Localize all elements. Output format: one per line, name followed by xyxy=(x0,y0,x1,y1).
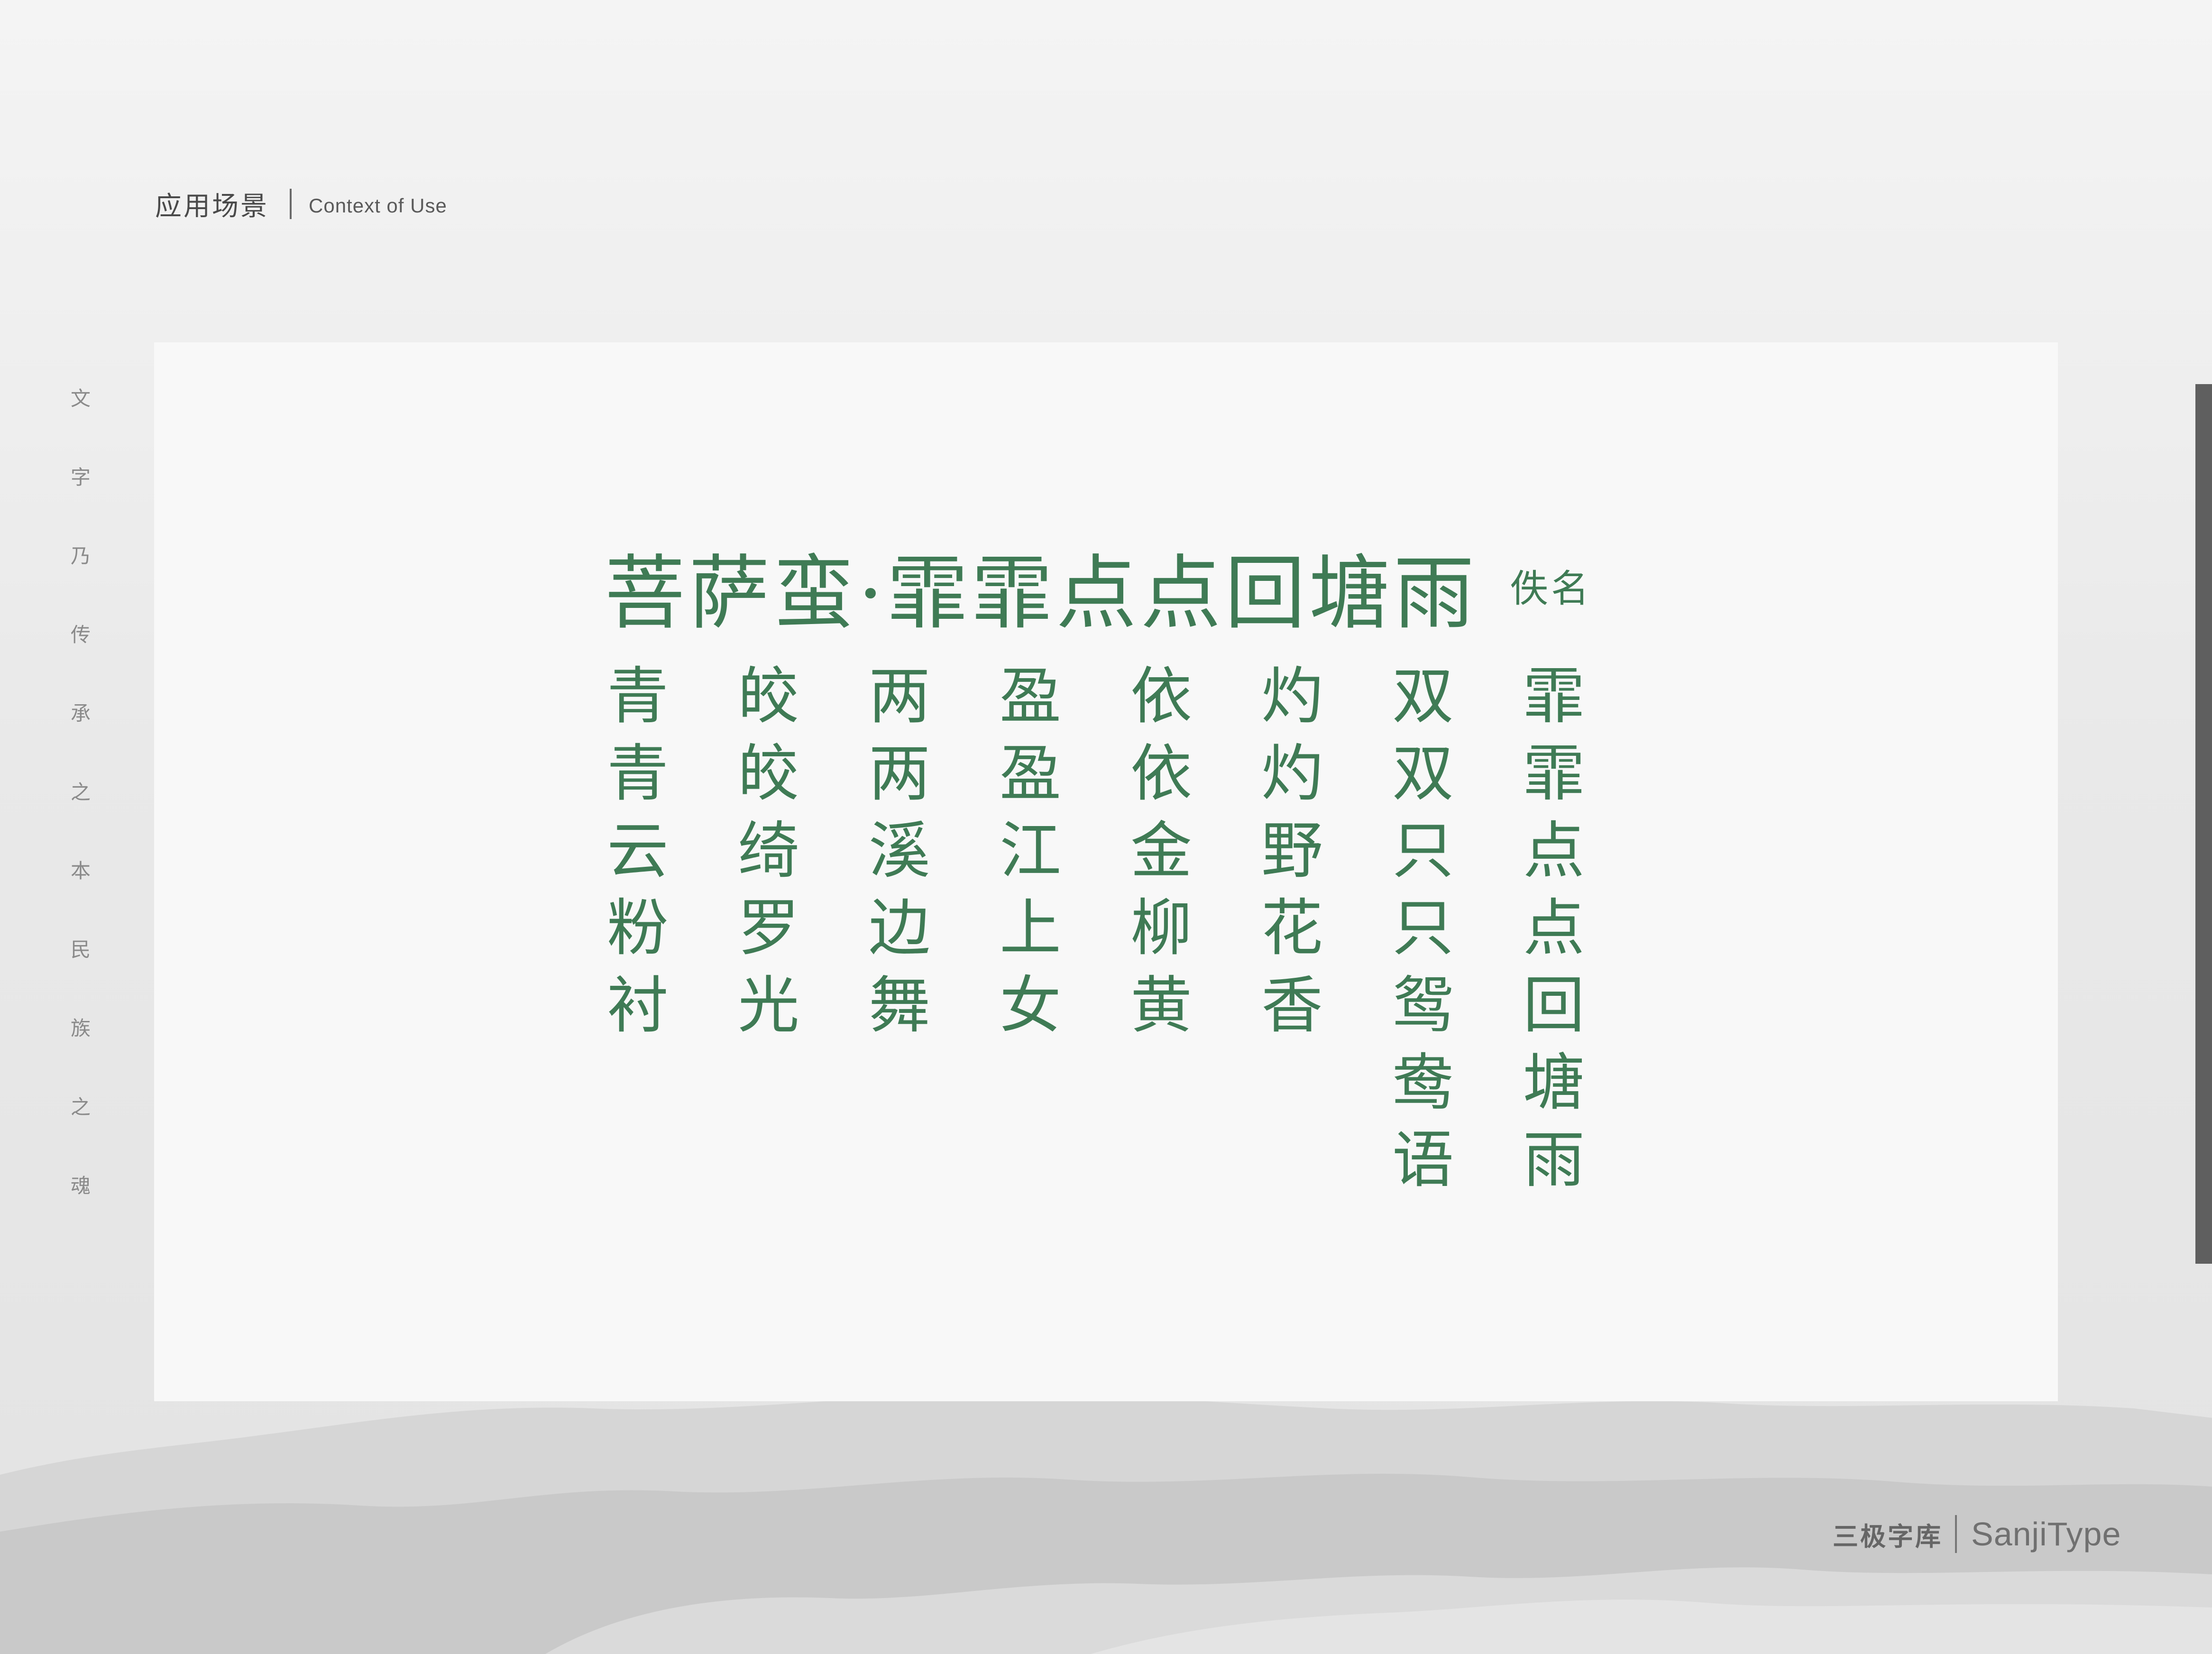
poem-column: 皎 皎 绮 罗 光 xyxy=(735,658,866,1199)
poem-char: 盈 xyxy=(999,660,1061,732)
poem-char: 香 xyxy=(1261,969,1323,1041)
motto-char: 魂 xyxy=(70,1174,91,1197)
poem-column: 灼 灼 野 花 香 xyxy=(1259,658,1390,1199)
poem-char: 上 xyxy=(999,892,1061,964)
brand-name-en: SanjiType xyxy=(1971,1516,2121,1553)
poem-column: 两 两 溪 边 舞 xyxy=(866,658,997,1199)
poem-column: 霏 霏 点 点 回 塘 雨 xyxy=(1521,658,1652,1199)
poem-char: 两 xyxy=(868,737,930,809)
motto-char: 民 xyxy=(70,938,91,961)
poem-char: 两 xyxy=(868,660,930,732)
poem-char: 女 xyxy=(999,969,1061,1041)
motto-char: 本 xyxy=(70,859,91,882)
poem-char: 衬 xyxy=(606,969,669,1041)
brand-name-cn: 三极字库 xyxy=(1833,1521,1943,1552)
poem-char: 青 xyxy=(606,737,669,809)
poem-char: 金 xyxy=(1130,815,1192,887)
section-header: 应用场景 Context of Use xyxy=(155,183,447,225)
motto-char: 乃 xyxy=(70,544,91,568)
poem-columns: 青 青 云 粉 衬 皎 皎 绮 罗 光 两 两 溪 边 舞 盈 盈 江 上 女 xyxy=(605,658,1652,1199)
section-divider xyxy=(290,189,292,219)
poem-char: 柳 xyxy=(1130,892,1192,964)
motto-char: 之 xyxy=(70,1095,91,1119)
poem-char: 青 xyxy=(606,660,669,732)
motto-char: 承 xyxy=(70,702,91,725)
poem-char: 云 xyxy=(606,815,669,887)
poem-column: 依 依 金 柳 黄 xyxy=(1128,658,1259,1199)
poem-char: 罗 xyxy=(737,892,799,964)
poem-char: 江 xyxy=(999,815,1061,887)
poem-char: 霏 xyxy=(1523,660,1585,732)
motto-char: 传 xyxy=(70,623,91,646)
poem-char: 霏 xyxy=(1523,737,1585,809)
poem-char: 塘 xyxy=(1523,1047,1585,1119)
poem-char: 舞 xyxy=(868,969,930,1041)
poem-char: 依 xyxy=(1130,737,1192,809)
section-title-cn: 应用场景 xyxy=(155,191,269,222)
motto-char: 字 xyxy=(70,466,91,489)
poem-char: 点 xyxy=(1523,892,1585,964)
poem-char: 粉 xyxy=(606,892,669,964)
poem-char: 黄 xyxy=(1130,969,1192,1041)
poem-char: 光 xyxy=(737,969,799,1041)
motto-char: 族 xyxy=(70,1017,91,1040)
brand-logo: 三极字库 SanjiType xyxy=(1833,1510,2121,1558)
motto-char: 文 xyxy=(70,387,91,410)
poem-char: 灼 xyxy=(1261,660,1323,732)
poem-char: 皎 xyxy=(737,737,799,809)
poem-char: 花 xyxy=(1261,892,1323,964)
poem-char: 只 xyxy=(1392,815,1454,887)
poem-char: 双 xyxy=(1392,660,1454,732)
poem-char: 语 xyxy=(1392,1124,1454,1196)
poem-char: 双 xyxy=(1392,737,1454,809)
poem-char: 灼 xyxy=(1261,737,1323,809)
poem-card: 菩萨蛮·霏霏点点回塘雨 佚名 青 青 云 粉 衬 皎 皎 绮 罗 光 两 两 溪… xyxy=(154,342,2058,1401)
poem-title: 菩萨蛮·霏霏点点回塘雨 xyxy=(605,547,1478,641)
poem-char: 依 xyxy=(1130,660,1192,732)
motto-char: 之 xyxy=(70,781,91,804)
poem-column: 青 青 云 粉 衬 xyxy=(605,658,735,1199)
scrollbar[interactable] xyxy=(2195,384,2212,1264)
brand-divider xyxy=(1955,1515,1957,1553)
poem-char: 野 xyxy=(1261,815,1323,887)
poem-char: 鸯 xyxy=(1392,1047,1454,1119)
poem-char: 只 xyxy=(1392,892,1454,964)
poem-char: 边 xyxy=(868,892,930,964)
poem-char: 盈 xyxy=(999,737,1061,809)
poem-column: 盈 盈 江 上 女 xyxy=(997,658,1128,1199)
poem-author: 佚名 xyxy=(1510,567,1592,611)
poem-char: 皎 xyxy=(737,660,799,732)
poem-char: 雨 xyxy=(1523,1124,1585,1196)
vertical-motto: 文 字 乃 传 承 之 本 民 族 之 魂 xyxy=(66,389,95,1255)
poem-char: 绮 xyxy=(737,815,799,887)
poem-char: 点 xyxy=(1523,815,1585,887)
section-title-en: Context of Use xyxy=(309,194,447,217)
poem-char: 回 xyxy=(1523,969,1585,1041)
poem-column: 双 双 只 只 鸳 鸯 语 xyxy=(1390,658,1521,1199)
poem-char: 鸳 xyxy=(1392,969,1454,1041)
poem-char: 溪 xyxy=(868,815,930,887)
